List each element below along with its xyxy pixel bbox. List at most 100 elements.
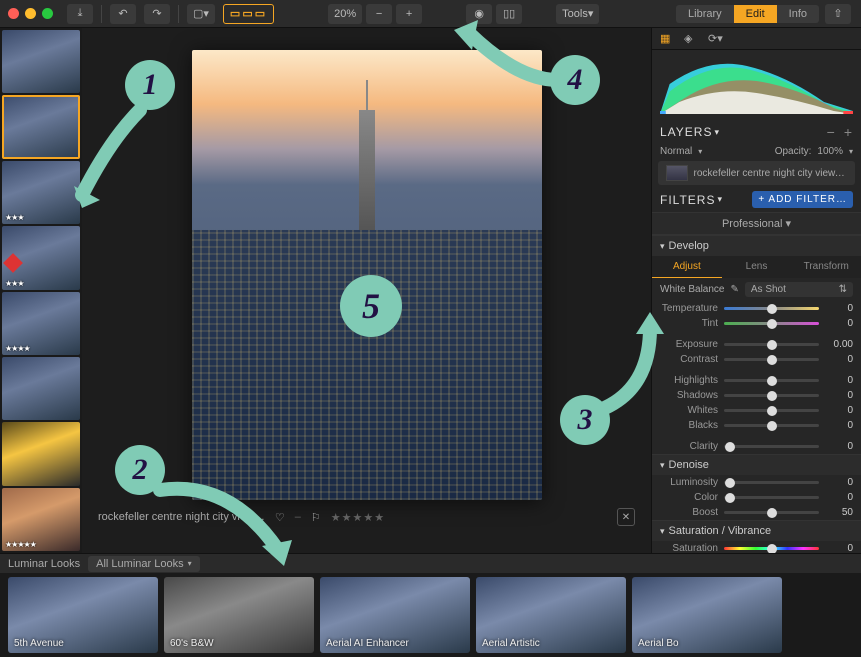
histogram <box>652 50 861 120</box>
slider-track[interactable] <box>724 481 819 484</box>
satvib-collapser[interactable]: Saturation / Vibrance <box>652 520 861 541</box>
maximize-icon[interactable] <box>42 8 53 19</box>
slider-luminosity[interactable]: Luminosity0 <box>652 475 861 490</box>
slider-knob[interactable] <box>767 406 777 416</box>
slider-track[interactable] <box>724 547 819 550</box>
workspace-dropdown[interactable]: Professional ▾ <box>652 212 861 235</box>
look-preset[interactable]: Aerial AI Enhancer <box>320 577 470 653</box>
look-preset[interactable]: 5th Avenue <box>8 577 158 653</box>
slider-whites[interactable]: Whites0 <box>652 403 861 418</box>
slider-knob[interactable] <box>767 508 777 518</box>
slider-knob[interactable] <box>767 376 777 386</box>
mode-segment: Library Edit Info <box>676 5 819 23</box>
slider-blacks[interactable]: Blacks0 <box>652 418 861 433</box>
color-tag-icon[interactable]: ⚐ <box>311 511 321 524</box>
slider-track[interactable] <box>724 496 819 499</box>
slider-tint[interactable]: Tint0 <box>652 316 861 331</box>
slider-knob[interactable] <box>767 391 777 401</box>
tab-edit[interactable]: Edit <box>734 5 777 23</box>
history-icon[interactable]: ⟳▾ <box>708 32 722 46</box>
slider-track[interactable] <box>724 445 819 448</box>
filmstrip-thumb[interactable]: ★★★★★ <box>2 488 80 551</box>
filmstrip-thumb[interactable] <box>2 422 80 485</box>
layers-heading: LAYERS <box>660 125 712 139</box>
layers-section-header[interactable]: LAYERS▾ −+ <box>652 120 861 144</box>
slider-knob[interactable] <box>767 355 777 365</box>
slider-track[interactable] <box>724 307 819 310</box>
zoom-dropdown[interactable]: 20% <box>328 4 362 24</box>
look-preset[interactable]: Aerial Bo <box>632 577 782 653</box>
filters-section-header[interactable]: FILTERS▾ + Add Filter… <box>652 187 861 212</box>
slider-track[interactable] <box>724 424 819 427</box>
slider-knob[interactable] <box>767 304 777 314</box>
main-image[interactable] <box>192 50 542 500</box>
export-button[interactable]: ⤓ <box>67 4 93 24</box>
subtab-transform[interactable]: Transform <box>791 256 861 278</box>
layers-icon[interactable]: ◈ <box>684 32 698 46</box>
slider-track[interactable] <box>724 322 819 325</box>
filmstrip-thumb[interactable]: ★★★★ <box>2 292 80 355</box>
filmstrip-thumb[interactable] <box>2 357 80 420</box>
slider-track[interactable] <box>724 394 819 397</box>
zoom-out-button[interactable]: − <box>366 4 392 24</box>
slider-track[interactable] <box>724 511 819 514</box>
slider-saturation[interactable]: Saturation0 <box>652 541 861 553</box>
layout-filmstrip-button[interactable]: ▭▭▭ <box>223 4 274 24</box>
close-icon[interactable] <box>8 8 19 19</box>
look-label: Aerial AI Enhancer <box>326 638 409 649</box>
slider-knob[interactable] <box>725 493 735 503</box>
white-balance-dropdown[interactable]: As Shot⇅ <box>745 282 853 297</box>
eyedropper-icon[interactable]: ✎ <box>730 284 738 295</box>
slider-boost[interactable]: Boost50 <box>652 505 861 520</box>
slider-knob[interactable] <box>767 319 777 329</box>
minimize-icon[interactable] <box>25 8 36 19</box>
develop-collapser[interactable]: Develop <box>652 235 861 256</box>
slider-knob[interactable] <box>767 544 777 554</box>
slider-temperature[interactable]: Temperature0 <box>652 301 861 316</box>
subtab-adjust[interactable]: Adjust <box>652 256 722 278</box>
filmstrip-thumb[interactable] <box>2 95 80 158</box>
slider-knob[interactable] <box>767 421 777 431</box>
opacity-value[interactable]: 100% <box>817 146 843 157</box>
slider-track[interactable] <box>724 358 819 361</box>
slider-shadows[interactable]: Shadows0 <box>652 388 861 403</box>
remove-layer-button[interactable]: − <box>827 124 836 140</box>
slider-knob[interactable] <box>725 442 735 452</box>
slider-track[interactable] <box>724 409 819 412</box>
slider-track[interactable] <box>724 379 819 382</box>
slider-value: 0 <box>825 543 853 553</box>
slider-knob[interactable] <box>725 478 735 488</box>
slider-contrast[interactable]: Contrast0 <box>652 352 861 367</box>
denoise-collapser[interactable]: Denoise <box>652 454 861 475</box>
slider-highlights[interactable]: Highlights0 <box>652 373 861 388</box>
slider-value: 50 <box>825 507 853 518</box>
image-icon[interactable]: ▦ <box>660 32 674 46</box>
filmstrip-thumb[interactable]: ★★★ <box>2 226 80 289</box>
look-preset[interactable]: Aerial Artistic <box>476 577 626 653</box>
look-preset[interactable]: 60's B&W <box>164 577 314 653</box>
filmstrip-thumb[interactable] <box>2 30 80 93</box>
undo-button[interactable]: ↶ <box>110 4 136 24</box>
redo-button[interactable]: ↷ <box>144 4 170 24</box>
zoom-in-button[interactable]: + <box>396 4 422 24</box>
layout-single-button[interactable]: ▢▾ <box>187 4 215 24</box>
slider-exposure[interactable]: Exposure0.00 <box>652 337 861 352</box>
slider-color[interactable]: Color0 <box>652 490 861 505</box>
reject-button[interactable]: ✕ <box>617 508 635 526</box>
slider-knob[interactable] <box>767 340 777 350</box>
share-button[interactable]: ⇧ <box>825 4 851 24</box>
layer-item[interactable]: rockefeller centre night city view.jpg <box>658 161 855 185</box>
filmstrip-thumb[interactable]: ★★★ <box>2 161 80 224</box>
tab-info[interactable]: Info <box>777 5 819 23</box>
opacity-label: Opacity: <box>775 146 812 157</box>
look-label: 60's B&W <box>170 638 214 649</box>
right-panel: ▦ ◈ ⟳▾ LAYERS▾ −+ Normal▾ Opacity: 100%▾ <box>651 28 861 553</box>
tab-library[interactable]: Library <box>676 5 734 23</box>
add-layer-button[interactable]: + <box>844 124 853 140</box>
subtab-lens[interactable]: Lens <box>722 256 792 278</box>
rating-stars[interactable]: ★★★★★ <box>331 511 385 524</box>
slider-clarity[interactable]: Clarity0 <box>652 439 861 454</box>
slider-track[interactable] <box>724 343 819 346</box>
blend-mode-dropdown[interactable]: Normal <box>660 146 692 157</box>
add-filter-button[interactable]: + Add Filter… <box>752 191 853 208</box>
